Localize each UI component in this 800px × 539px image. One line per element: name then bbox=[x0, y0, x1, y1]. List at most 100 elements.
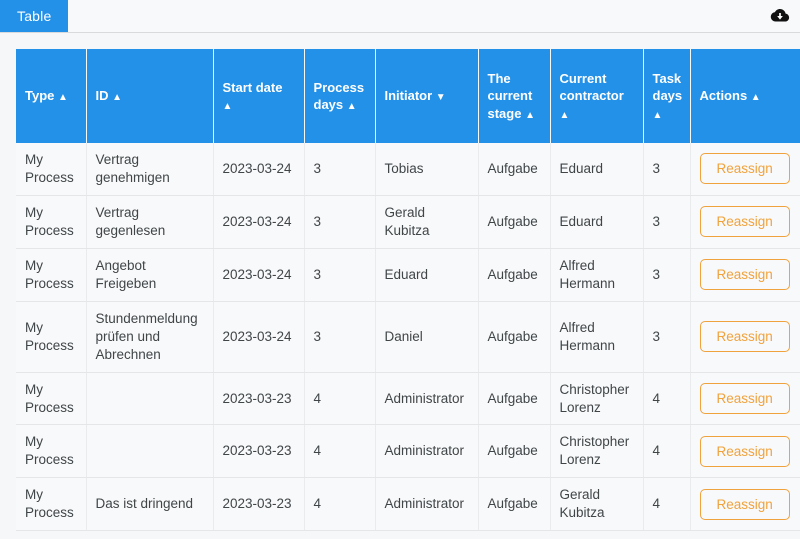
cell-initiator: Tobias bbox=[375, 143, 479, 196]
table-row: My Process Stundenmeldung prüfen und Abre… bbox=[16, 301, 800, 373]
cell-id: Vertrag genehmigen bbox=[86, 143, 214, 196]
cell-start-date: 2023-03-23 bbox=[213, 372, 305, 426]
cell-id: Angebot Freigeben bbox=[86, 248, 214, 302]
process-table: Type ▲ ID ▲ Start date ▲ Process days ▲ … bbox=[16, 49, 800, 532]
cell-id bbox=[86, 372, 214, 426]
column-header-initiator[interactable]: Initiator ▼ bbox=[375, 49, 479, 143]
column-header-task-days[interactable]: Task days ▲ bbox=[643, 49, 691, 143]
cell-actions: Reassign bbox=[690, 477, 800, 532]
reassign-button[interactable]: Reassign bbox=[699, 259, 790, 291]
cell-process-days: 4 bbox=[304, 477, 376, 532]
cell-initiator: Administrator bbox=[375, 477, 479, 532]
cell-type: My Process bbox=[16, 195, 87, 249]
column-header-current-stage[interactable]: The current stage ▲ bbox=[478, 49, 551, 143]
reassign-button[interactable]: Reassign bbox=[699, 321, 790, 353]
cloud-download-icon bbox=[770, 8, 790, 24]
table-row: My Process Das ist dringend 2023-03-23 4 Adm… bbox=[16, 477, 800, 532]
sort-arrow-icon-initiator[interactable]: ▼ bbox=[436, 92, 446, 103]
cell-id: Das ist dringend bbox=[86, 477, 214, 532]
cell-task-days: 4 bbox=[643, 424, 691, 479]
cell-start-date: 2023-03-24 bbox=[213, 195, 305, 249]
sort-arrow-icon-id[interactable]: ▲ bbox=[112, 92, 122, 103]
cell-current-stage: Aufgabe bbox=[478, 301, 551, 373]
cell-initiator: Daniel bbox=[375, 301, 479, 373]
cell-start-date: 2023-03-24 bbox=[213, 248, 305, 302]
cell-actions: Reassign bbox=[690, 301, 800, 373]
sort-arrow-icon-actions[interactable]: ▲ bbox=[751, 92, 761, 103]
cell-start-date: 2023-03-23 bbox=[213, 424, 305, 479]
column-header-start-date[interactable]: Start date ▲ bbox=[213, 49, 305, 143]
cell-id bbox=[86, 424, 214, 479]
table-container: Type ▲ ID ▲ Start date ▲ Process days ▲ … bbox=[0, 33, 800, 539]
cell-task-days: 3 bbox=[643, 248, 691, 302]
cell-task-days: 3 bbox=[643, 301, 691, 373]
reassign-button[interactable]: Reassign bbox=[699, 383, 790, 415]
column-header-type[interactable]: Type ▲ bbox=[16, 49, 87, 143]
cell-process-days: 4 bbox=[304, 372, 376, 426]
cell-start-date: 2023-03-23 bbox=[213, 477, 305, 532]
table-row: My Process 2023-03-23 4 Administrator Aufgab… bbox=[16, 372, 800, 426]
reassign-button[interactable]: Reassign bbox=[699, 206, 790, 238]
cell-actions: Reassign bbox=[690, 143, 800, 196]
cell-start-date: 2023-03-24 bbox=[213, 143, 305, 196]
sort-arrow-icon-process-days[interactable]: ▲ bbox=[347, 101, 357, 112]
table-header: Type ▲ ID ▲ Start date ▲ Process days ▲ … bbox=[16, 49, 800, 143]
column-header-current-contractor-label: Current contractor bbox=[559, 71, 624, 104]
sort-arrow-icon-current-stage[interactable]: ▲ bbox=[525, 110, 535, 121]
column-header-id-label: ID bbox=[95, 88, 109, 104]
cell-task-days: 4 bbox=[643, 477, 691, 532]
cell-process-days: 4 bbox=[304, 424, 376, 479]
cell-type: My Process bbox=[16, 248, 87, 302]
sort-arrow-icon-type[interactable]: ▲ bbox=[58, 92, 68, 103]
cell-initiator: Eduard bbox=[375, 248, 479, 302]
column-header-actions[interactable]: Actions ▲ bbox=[690, 49, 800, 143]
cell-current-contractor: Christopher Lorenz bbox=[550, 372, 644, 426]
cell-current-contractor: Eduard bbox=[550, 143, 644, 196]
cell-current-contractor: Eduard bbox=[550, 195, 644, 249]
table-body: My Process Vertrag genehmigen 2023-03-24 3 T… bbox=[16, 143, 800, 532]
cell-current-stage: Aufgabe bbox=[478, 477, 551, 532]
sort-arrow-icon-current-contractor[interactable]: ▲ bbox=[560, 110, 570, 121]
tab-bar: Table bbox=[0, 0, 800, 33]
cell-process-days: 3 bbox=[304, 143, 376, 196]
column-header-start-date-label: Start date bbox=[222, 79, 283, 95]
reassign-button[interactable]: Reassign bbox=[699, 153, 790, 185]
column-header-initiator-label: Initiator bbox=[384, 88, 433, 104]
cell-type: My Process bbox=[16, 477, 87, 532]
cell-type: My Process bbox=[16, 372, 87, 426]
sort-arrow-icon-start-date[interactable]: ▲ bbox=[223, 101, 233, 112]
column-header-type-label: Type bbox=[25, 88, 55, 104]
cell-task-days: 4 bbox=[643, 372, 691, 426]
column-header-actions-label: Actions bbox=[699, 88, 748, 104]
tab-bar-spacer bbox=[68, 0, 760, 32]
table-row: My Process 2023-03-23 4 Administrator Aufgab… bbox=[16, 424, 800, 479]
cell-actions: Reassign bbox=[690, 372, 800, 426]
cell-current-contractor: Alfred Hermann bbox=[550, 248, 644, 302]
cell-current-stage: Aufgabe bbox=[478, 195, 551, 249]
reassign-button[interactable]: Reassign bbox=[699, 488, 790, 520]
cell-current-stage: Aufgabe bbox=[478, 143, 551, 196]
column-header-process-days[interactable]: Process days ▲ bbox=[304, 49, 376, 143]
cell-process-days: 3 bbox=[304, 248, 376, 302]
table-row: My Process Angebot Freigeben 2023-03-24 3 Ed… bbox=[16, 248, 800, 302]
column-header-id[interactable]: ID ▲ bbox=[86, 49, 214, 143]
column-header-current-contractor[interactable]: Current contractor ▲ bbox=[550, 49, 644, 143]
cell-id: Stundenmeldung prüfen und Abrechnen bbox=[86, 301, 214, 373]
cell-current-contractor: Christopher Lorenz bbox=[550, 424, 644, 479]
cell-current-contractor: Gerald Kubitza bbox=[550, 477, 644, 532]
cell-actions: Reassign bbox=[690, 195, 800, 249]
cell-current-stage: Aufgabe bbox=[478, 372, 551, 426]
table-row: My Process Vertrag gegenlesen 2023-03-24 3 G… bbox=[16, 195, 800, 249]
cell-current-stage: Aufgabe bbox=[478, 248, 551, 302]
sort-arrow-icon-task-days[interactable]: ▲ bbox=[653, 110, 663, 121]
cell-process-days: 3 bbox=[304, 301, 376, 373]
cell-initiator: Administrator bbox=[375, 372, 479, 426]
cell-current-contractor: Alfred Hermann bbox=[550, 301, 644, 373]
cell-current-stage: Aufgabe bbox=[478, 424, 551, 479]
cell-task-days: 3 bbox=[643, 195, 691, 249]
reassign-button[interactable]: Reassign bbox=[699, 435, 790, 467]
column-header-task-days-label: Task days bbox=[652, 71, 683, 104]
tab-table[interactable]: Table bbox=[0, 0, 69, 32]
cell-task-days: 3 bbox=[643, 143, 691, 196]
download-button[interactable] bbox=[760, 0, 800, 32]
